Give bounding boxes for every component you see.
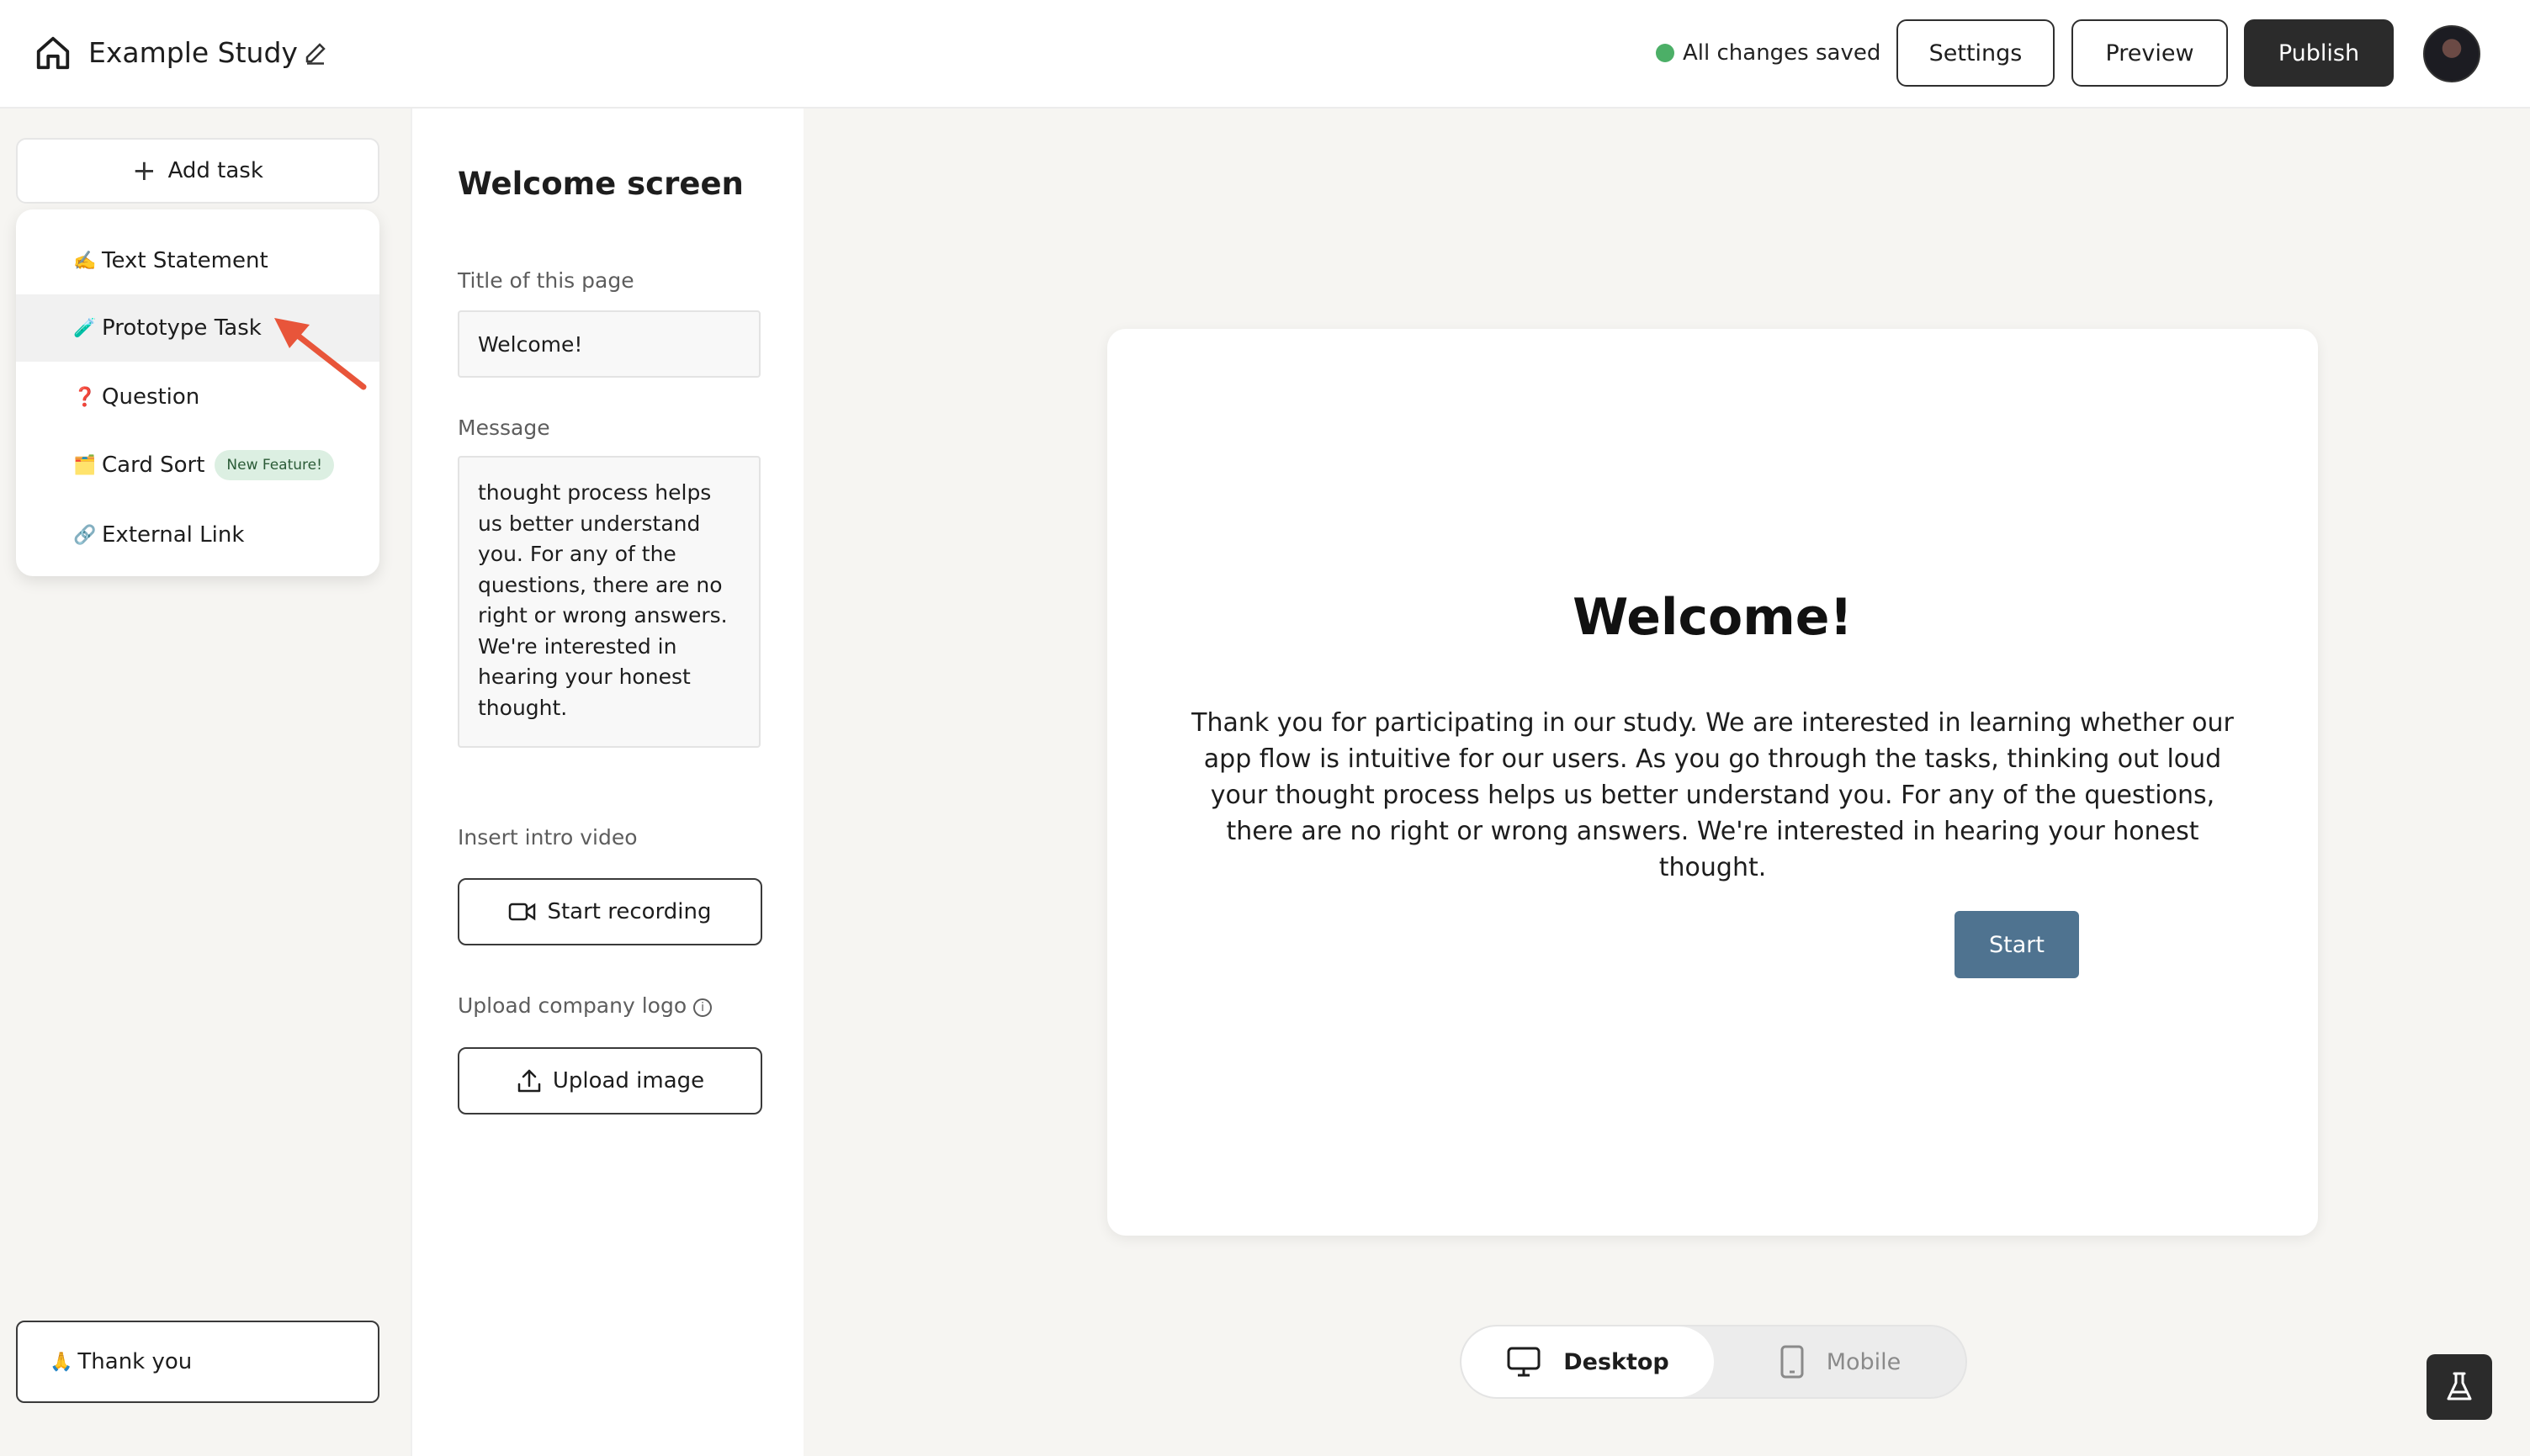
mobile-label: Mobile: [1826, 1348, 1901, 1375]
settings-button[interactable]: Settings: [1896, 19, 2055, 87]
desktop-label: Desktop: [1563, 1348, 1669, 1375]
folded-hands-icon: 🙏: [50, 1351, 73, 1373]
logo-label-text: Upload company logo: [458, 993, 687, 1018]
preview-message: Thank you for participating in our study…: [1191, 708, 2234, 882]
menu-item-label: Card Sort: [102, 453, 205, 478]
menu-item-label: Question: [102, 384, 200, 410]
start-button[interactable]: Start: [1955, 911, 2079, 978]
start-recording-button[interactable]: Start recording: [458, 878, 762, 945]
card-index-icon: 🗂️: [73, 454, 97, 476]
preview-canvas: Welcome! Thank you for participating in …: [804, 109, 2530, 1456]
test-tube-icon: 🧪: [73, 317, 97, 339]
preview-button[interactable]: Preview: [2071, 19, 2228, 87]
thank-you-page-item[interactable]: 🙏 Thank you: [16, 1321, 379, 1403]
app-root: Example Study All changes saved Settings…: [0, 0, 2530, 1456]
panel-title: Welcome screen: [458, 166, 744, 202]
message-textarea[interactable]: thought process helps us better understa…: [458, 456, 761, 748]
desktop-view-button[interactable]: Desktop: [1461, 1326, 1714, 1397]
home-icon[interactable]: [34, 34, 72, 72]
task-sidebar: + Add task ✍️ Text Statement 🧪 Prototype…: [0, 109, 411, 1456]
menu-item-label: Prototype Task: [102, 315, 262, 341]
info-icon[interactable]: i: [693, 998, 713, 1017]
page-title-input[interactable]: Welcome!: [458, 310, 761, 378]
intro-video-label: Insert intro video: [458, 825, 638, 850]
start-recording-label: Start recording: [547, 899, 712, 924]
status-dot-icon: [1656, 44, 1674, 62]
title-field-label: Title of this page: [458, 268, 634, 293]
top-header: Example Study All changes saved Settings…: [0, 0, 2530, 109]
avatar[interactable]: [2423, 25, 2480, 82]
upload-icon: [517, 1069, 541, 1093]
lab-flask-button[interactable]: [2427, 1354, 2492, 1420]
phone-icon: [1780, 1345, 1804, 1379]
menu-item-external-link[interactable]: 🔗 External Link: [16, 501, 379, 569]
link-icon: 🔗: [73, 524, 97, 546]
plus-icon: +: [132, 154, 156, 188]
mobile-view-button[interactable]: Mobile: [1714, 1326, 1965, 1397]
add-task-button[interactable]: + Add task: [16, 138, 379, 204]
menu-item-text-statement[interactable]: ✍️ Text Statement: [16, 227, 379, 294]
video-camera-icon: [509, 903, 536, 921]
upload-image-label: Upload image: [552, 1068, 705, 1093]
welcome-preview-card: Welcome! Thank you for participating in …: [1107, 329, 2318, 1236]
device-toggle: Desktop Mobile: [1460, 1325, 1967, 1399]
publish-button[interactable]: Publish: [2244, 19, 2394, 87]
menu-item-card-sort[interactable]: 🗂️ Card Sort New Feature!: [16, 432, 379, 499]
study-title: Example Study: [88, 36, 298, 69]
thank-you-label: Thank you: [77, 1349, 193, 1374]
question-mark-icon: ❓: [73, 386, 97, 408]
writing-hand-icon: ✍️: [73, 250, 97, 272]
upload-image-button[interactable]: Upload image: [458, 1047, 762, 1115]
logo-field-label: Upload company logo i: [458, 993, 713, 1018]
preview-title: Welcome!: [1573, 588, 1853, 647]
add-task-label: Add task: [167, 158, 263, 183]
save-status: All changes saved: [1656, 35, 1880, 71]
message-field-label: Message: [458, 416, 550, 440]
annotation-arrow-icon: [274, 318, 367, 390]
monitor-icon: [1507, 1347, 1541, 1377]
save-status-text: All changes saved: [1683, 40, 1881, 66]
flask-icon: [2447, 1372, 2472, 1400]
new-feature-badge: New Feature!: [215, 450, 334, 480]
welcome-settings-panel: Welcome screen Title of this page Welcom…: [411, 109, 804, 1456]
edit-title-icon[interactable]: [303, 40, 328, 66]
menu-item-label: External Link: [102, 522, 245, 548]
menu-item-label: Text Statement: [102, 248, 268, 273]
